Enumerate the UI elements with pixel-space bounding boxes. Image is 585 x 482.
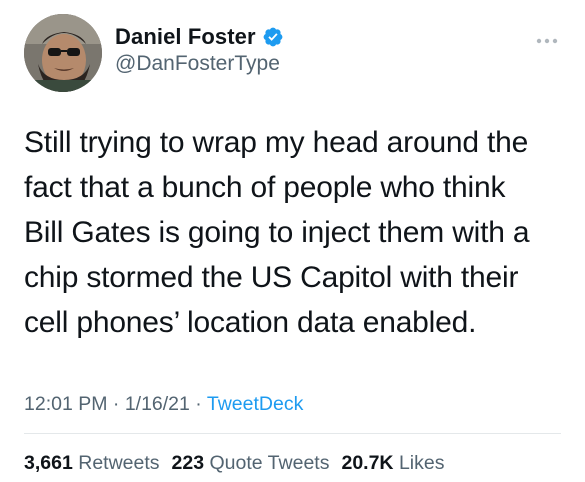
quote-tweets-stat[interactable]: 223 Quote Tweets: [172, 452, 330, 474]
likes-stat[interactable]: 20.7K Likes: [341, 452, 444, 474]
likes-label: Likes: [398, 452, 445, 474]
tweet-time[interactable]: 12:01 PM: [24, 393, 107, 415]
more-options-icon[interactable]: [536, 32, 558, 44]
likes-count: 20.7K: [341, 452, 394, 474]
quote-tweets-label: Quote Tweets: [209, 452, 330, 474]
retweets-count: 3,661: [24, 452, 73, 474]
avatar-image: [24, 14, 102, 92]
author-display-name[interactable]: Daniel Foster: [115, 24, 256, 50]
tweet-text: Still trying to wrap my head around the …: [24, 120, 569, 345]
author-handle[interactable]: @DanFosterType: [115, 52, 280, 76]
tweet-text-line: Still trying to wrap my head around the: [24, 126, 529, 159]
tweet-meta: 12:01 PM · 1/16/21 · TweetDeck: [24, 393, 303, 416]
divider: [24, 433, 561, 434]
tweet-text-line: Bill Gates is going to inject them with …: [24, 216, 530, 249]
author-name-row: Daniel Foster: [115, 22, 284, 52]
tweet-stats: 3,661 Retweets 223 Quote Tweets 20.7K Like…: [24, 452, 444, 475]
tweet-source-link[interactable]: TweetDeck: [207, 393, 303, 415]
verified-badge-icon: [262, 26, 284, 48]
meta-separator: ·: [112, 393, 120, 415]
retweets-label: Retweets: [78, 452, 160, 474]
tweet-text-line: cell phones’ location data enabled.: [24, 306, 477, 339]
tweet-text-line: fact that a bunch of people who think: [24, 171, 506, 204]
quote-tweets-count: 223: [171, 452, 205, 474]
tweet-date[interactable]: 1/16/21: [125, 393, 190, 415]
avatar[interactable]: [24, 14, 102, 92]
tweet-card: Daniel Foster @DanFosterType Still tryin…: [0, 0, 585, 482]
meta-separator: ·: [195, 393, 202, 415]
retweets-stat[interactable]: 3,661 Retweets: [24, 452, 160, 474]
tweet-text-line: chip stormed the US Capitol with their: [24, 261, 519, 294]
